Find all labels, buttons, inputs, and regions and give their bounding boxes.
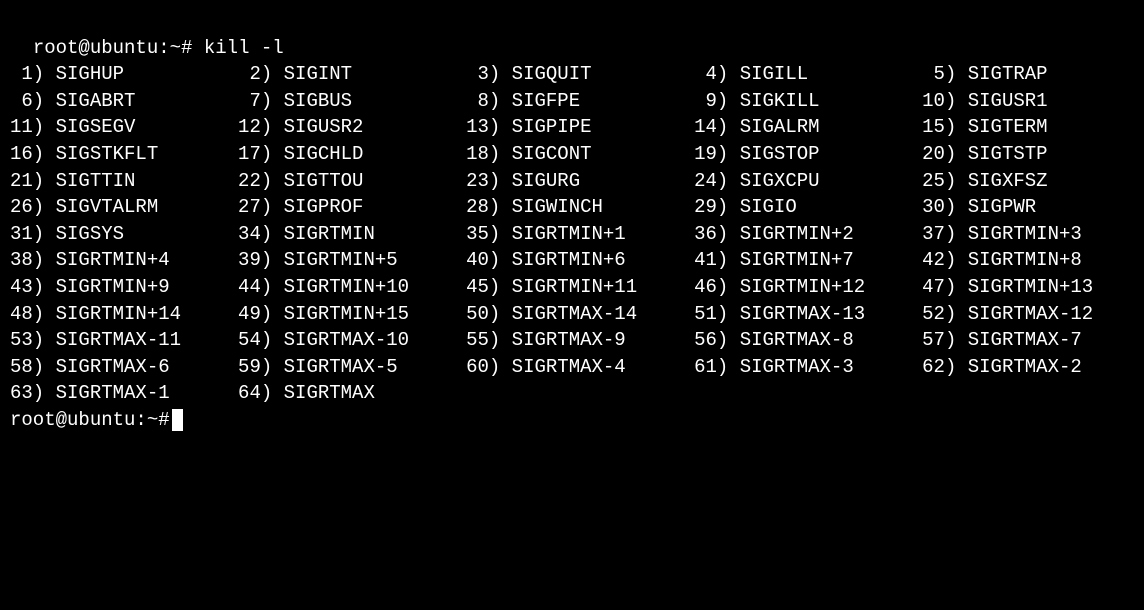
prompt: root@ubuntu:~# [10, 407, 170, 434]
current-prompt-line[interactable]: root@ubuntu:~# [10, 407, 1134, 434]
prompt: root@ubuntu:~# [33, 37, 193, 59]
command-text: kill -l [204, 37, 284, 59]
command-line: root@ubuntu:~# kill -l [10, 8, 1134, 61]
signals-output: 1) SIGHUP 2) SIGINT 3) SIGQUIT 4) SIGILL… [10, 61, 1134, 407]
cursor-icon [172, 409, 183, 431]
